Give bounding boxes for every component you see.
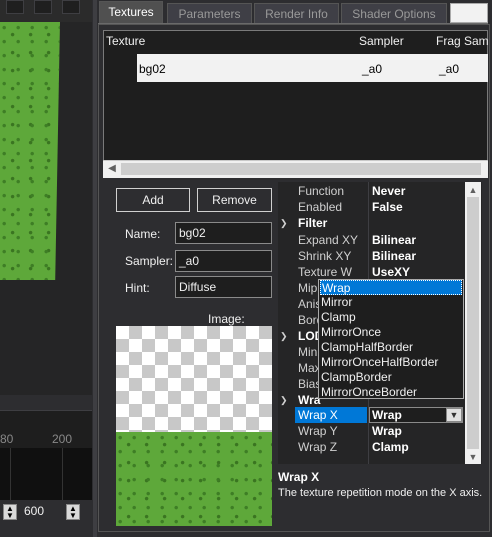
collapse-wrap-icon[interactable]: ❯ xyxy=(280,395,288,406)
property-value-shrink-xy[interactable]: Bilinear xyxy=(372,249,416,263)
tab-parameters[interactable]: Parameters xyxy=(167,3,252,23)
tab-render-info[interactable]: Render Info xyxy=(254,3,339,23)
category-filter[interactable]: Filter xyxy=(298,216,327,230)
scroll-down-icon[interactable]: ▼ xyxy=(465,450,481,464)
property-description-text: The texture repetition mode on the X axi… xyxy=(278,487,483,499)
dropdown-option-wrap[interactable]: Wrap xyxy=(320,280,462,295)
timeline-tick-label: 80 xyxy=(0,432,14,446)
end-frame-value[interactable]: 600 xyxy=(24,504,44,518)
app-window: 80 200 ▲ ▼ 600 ▲ ▼ Textures Parameters Ren… xyxy=(0,0,492,537)
tab-shader-options[interactable]: Shader Options xyxy=(341,3,447,23)
property-name-function[interactable]: Function xyxy=(298,184,344,198)
property-name-wrap-y[interactable]: Wrap Y xyxy=(298,424,338,438)
name-field[interactable]: bg02 xyxy=(175,222,272,244)
sampler-cell: _a0 xyxy=(362,62,383,76)
dropdown-option-mirror-once[interactable]: MirrorOnce xyxy=(320,325,462,340)
viewport-toolbar-button[interactable] xyxy=(62,0,80,14)
timeline-tick-label: 200 xyxy=(52,432,73,446)
hint-field[interactable]: Diffuse xyxy=(175,276,272,298)
panel-splitter[interactable] xyxy=(93,0,97,537)
scroll-up-icon[interactable]: ▲ xyxy=(465,183,481,197)
property-name-wrap-x[interactable]: Wrap X xyxy=(298,408,338,422)
collapse-lod-icon[interactable]: ❯ xyxy=(280,331,288,342)
property-value-wrap-z[interactable]: Clamp xyxy=(372,440,409,454)
property-description-title: Wrap X xyxy=(278,470,320,484)
viewport-panel[interactable] xyxy=(0,0,92,395)
dropdown-option-mirror-once-half-border[interactable]: MirrorOnceHalfBorder xyxy=(320,355,462,370)
column-header-sampler[interactable]: Sampler xyxy=(359,34,404,48)
property-name-mip[interactable]: Mip xyxy=(298,281,317,295)
add-button[interactable]: Add xyxy=(116,188,190,212)
dropdown-option-clamp-border[interactable]: ClampBorder xyxy=(320,370,462,385)
property-name-lod-min[interactable]: Min xyxy=(298,345,317,359)
viewport-texture-preview xyxy=(0,22,60,280)
property-name-enabled[interactable]: Enabled xyxy=(298,200,342,214)
column-header-frag-sampler[interactable]: Frag Sam xyxy=(436,34,489,48)
end-frame-spinner[interactable]: ▲ ▼ xyxy=(66,504,80,520)
property-name-shrink-xy[interactable]: Shrink XY xyxy=(298,249,351,263)
hint-label: Hint: xyxy=(125,281,150,295)
column-header-texture[interactable]: Texture xyxy=(106,34,145,48)
tab-overflow-area xyxy=(450,3,488,23)
chevron-down-icon[interactable]: ▼ xyxy=(446,408,462,422)
texture-name-cell: bg02 xyxy=(139,62,166,76)
dropdown-option-mirror[interactable]: Mirror xyxy=(320,295,462,310)
dropdown-option-clamp-half-border[interactable]: ClampHalfBorder xyxy=(320,340,462,355)
frag-sampler-cell: _a0 xyxy=(439,62,460,76)
scroll-left-icon[interactable]: ◀ xyxy=(104,160,120,178)
property-name-wrap-z[interactable]: Wrap Z xyxy=(298,440,337,454)
dropdown-option-mirror-once-border[interactable]: MirrorOnceBorder xyxy=(320,385,462,400)
viewport-toolbar-button[interactable] xyxy=(6,0,24,14)
texture-image-alpha-preview xyxy=(116,326,272,432)
property-value-texture-w[interactable]: UseXY xyxy=(372,265,410,279)
name-label: Name: xyxy=(125,227,161,241)
timeline-gridline xyxy=(62,448,63,500)
vertical-scroll-thumb[interactable] xyxy=(467,197,479,449)
tab-textures[interactable]: Textures xyxy=(99,1,163,24)
collapse-filter-icon[interactable]: ❯ xyxy=(280,218,288,229)
texture-image-preview xyxy=(116,432,272,526)
property-value-expand-xy[interactable]: Bilinear xyxy=(372,233,416,247)
property-value-enabled[interactable]: False xyxy=(372,200,403,214)
dropdown-option-clamp[interactable]: Clamp xyxy=(320,310,462,325)
viewport-toolbar-button[interactable] xyxy=(34,0,52,14)
remove-button[interactable]: Remove xyxy=(197,188,272,212)
table-row[interactable] xyxy=(137,54,488,82)
image-label: Image: xyxy=(208,312,245,326)
property-value-wrap-x[interactable]: Wrap xyxy=(372,408,402,422)
texture-list[interactable] xyxy=(103,30,488,178)
timeline-gridline xyxy=(10,448,11,500)
property-value-wrap-y[interactable]: Wrap xyxy=(372,424,402,438)
property-name-expand-xy[interactable]: Expand XY xyxy=(298,233,358,247)
sampler-field[interactable]: _a0 xyxy=(175,250,272,272)
start-frame-spinner[interactable]: ▲ ▼ xyxy=(3,504,17,520)
property-name-texture-w[interactable]: Texture W xyxy=(298,265,352,279)
property-value-function[interactable]: Never xyxy=(372,184,405,198)
sampler-label: Sampler: xyxy=(125,254,174,268)
horizontal-scroll-thumb[interactable] xyxy=(121,163,481,175)
timeline-track[interactable] xyxy=(0,448,92,500)
